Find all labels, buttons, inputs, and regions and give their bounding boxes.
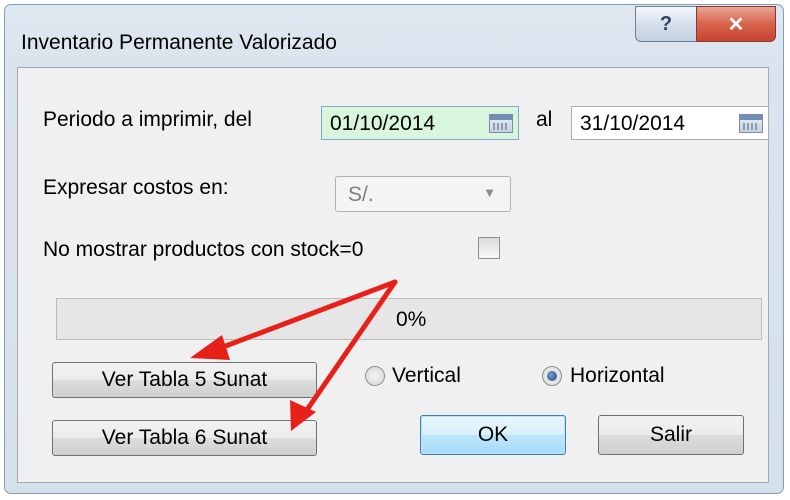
- help-button[interactable]: ?: [635, 6, 697, 42]
- exit-button[interactable]: Salir: [598, 415, 744, 455]
- ok-label: OK: [477, 423, 509, 446]
- date-to-value: 31/10/2014: [580, 112, 686, 135]
- vertical-radio[interactable]: [365, 366, 385, 386]
- progress-bar: 0%: [56, 298, 762, 340]
- ver-tabla5-label: Ver Tabla 5 Sunat: [101, 368, 268, 391]
- stock-zero-label: No mostrar productos con stock=0: [43, 238, 364, 261]
- vertical-radio-label[interactable]: Vertical: [392, 364, 461, 388]
- currency-select[interactable]: S/. ▼: [335, 176, 511, 212]
- calendar-icon[interactable]: [739, 114, 763, 133]
- chevron-down-icon: ▼: [483, 185, 496, 200]
- date-to-label: al: [536, 108, 553, 131]
- dialog-content: Periodo a imprimir, del 01/10/2014 al 31…: [17, 67, 769, 483]
- date-from-value: 01/10/2014: [330, 112, 436, 135]
- close-icon: ✕: [727, 13, 745, 36]
- window-title: Inventario Permanente Valorizado: [21, 31, 337, 54]
- title-bar[interactable]: Inventario Permanente Valorizado ? ✕: [5, 5, 783, 65]
- date-to-input[interactable]: 31/10/2014: [571, 106, 769, 140]
- ok-button[interactable]: OK: [420, 415, 566, 455]
- currency-value: S/.: [348, 183, 374, 206]
- help-icon: ?: [659, 12, 673, 35]
- close-button[interactable]: ✕: [696, 6, 776, 42]
- progress-text: 0%: [396, 308, 427, 331]
- stock-zero-checkbox[interactable]: [478, 237, 500, 259]
- horizontal-radio[interactable]: [542, 366, 562, 386]
- date-from-input[interactable]: 01/10/2014: [321, 106, 519, 140]
- exit-label: Salir: [649, 423, 692, 446]
- ver-tabla5-button[interactable]: Ver Tabla 5 Sunat: [52, 362, 317, 398]
- horizontal-radio-label[interactable]: Horizontal: [570, 364, 665, 388]
- period-label: Periodo a imprimir, del: [43, 108, 252, 131]
- ver-tabla6-label: Ver Tabla 6 Sunat: [101, 426, 268, 449]
- calendar-icon[interactable]: [489, 114, 513, 133]
- currency-label: Expresar costos en:: [43, 176, 229, 199]
- ver-tabla6-button[interactable]: Ver Tabla 6 Sunat: [52, 420, 317, 456]
- dialog-window: Inventario Permanente Valorizado ? ✕ Per…: [4, 4, 784, 494]
